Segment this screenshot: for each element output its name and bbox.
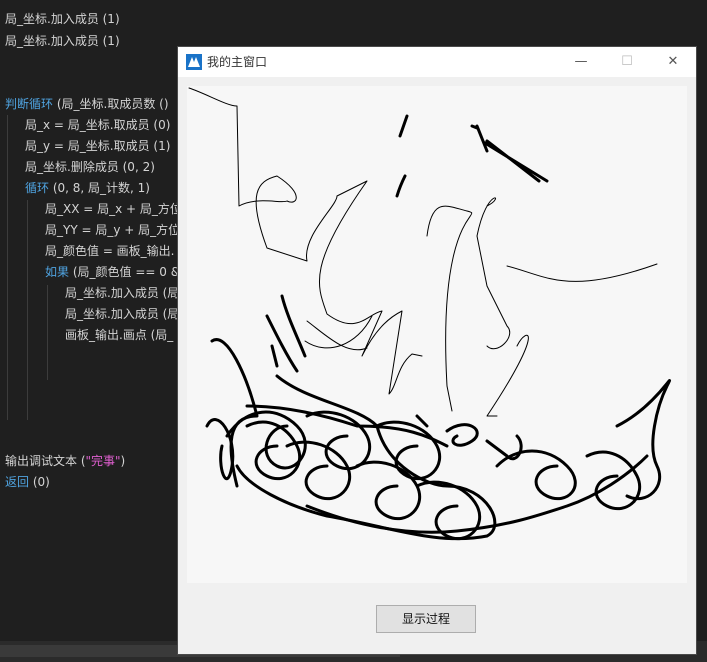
code-text: 局_坐标.加入成员 (1)	[5, 34, 120, 48]
code-line[interactable]: 局_颜色值 = 画板_输出.	[45, 241, 175, 262]
code-text: 局_颜色值 = 画板_输出.	[45, 244, 175, 258]
code-line[interactable]: 局_y = 局_坐标.取成员 (1)	[25, 136, 170, 157]
code-line[interactable]: 循环 (0, 8, 局_计数, 1)	[25, 178, 150, 199]
code-text: 输出调试文本 (	[5, 454, 86, 468]
code-text: )	[120, 454, 126, 468]
code-text: 局_YY = 局_y + 局_方位	[45, 223, 181, 237]
code-text: (局_颜色值 == 0 &	[69, 265, 181, 279]
code-text: 画板_输出.画点 (局_	[65, 328, 174, 342]
code-text: (局_坐标.取成员数 ()	[53, 97, 169, 111]
code-line[interactable]: 局_YY = 局_y + 局_方位	[45, 220, 180, 241]
code-text: 局_坐标.加入成员 (1)	[5, 12, 120, 26]
main-window: 我的主窗口 — ☐ ✕ 显示过程	[178, 47, 696, 654]
code-text: (0, 8, 局_计数, 1)	[49, 181, 150, 195]
indent-guide	[27, 200, 28, 420]
drawing-canvas[interactable]	[187, 86, 687, 583]
code-line[interactable]: 局_坐标.删除成员 (0, 2)	[25, 157, 155, 178]
code-line[interactable]: 如果 (局_颜色值 == 0 &	[45, 262, 180, 283]
scribble-drawing	[188, 87, 672, 541]
indent-guide	[47, 285, 48, 380]
title-bar[interactable]: 我的主窗口 — ☐ ✕	[178, 47, 696, 77]
window-title: 我的主窗口	[207, 55, 268, 69]
show-process-button[interactable]: 显示过程	[376, 605, 476, 633]
code-line[interactable]: 画板_输出.画点 (局_	[65, 325, 173, 346]
maximize-button[interactable]: ☐	[604, 47, 650, 77]
code-line[interactable]: 判断循环 (局_坐标.取成员数 ()	[5, 94, 169, 115]
keyword: 循环	[25, 181, 50, 195]
code-line[interactable]: 局_XX = 局_x + 局_方位	[45, 199, 182, 220]
close-button[interactable]: ✕	[650, 47, 696, 77]
code-text: 局_坐标.删除成员 (0, 2)	[25, 160, 155, 174]
keyword: 返回	[5, 475, 30, 489]
code-line[interactable]: 局_坐标.加入成员 (局	[65, 304, 179, 325]
code-text: 局_坐标.加入成员 (局	[65, 286, 180, 300]
minimize-button[interactable]: —	[558, 47, 604, 77]
code-line[interactable]: 局_坐标.加入成员 (1)	[5, 9, 120, 30]
code-line[interactable]: 局_x = 局_坐标.取成员 (0)	[25, 115, 170, 136]
indent-guide	[7, 115, 8, 420]
code-line[interactable]: 返回 (0)	[5, 472, 50, 493]
code-text: 局_XX = 局_x + 局_方位	[45, 202, 182, 216]
keyword: 判断循环	[5, 97, 54, 111]
keyword: 如果	[45, 265, 70, 279]
code-line[interactable]: 局_坐标.加入成员 (局	[65, 283, 179, 304]
app-icon	[186, 54, 202, 70]
code-line[interactable]: 输出调试文本 ("完事")	[5, 451, 125, 472]
code-line[interactable]: 局_坐标.加入成员 (1)	[5, 31, 120, 52]
code-text: 局_y = 局_坐标.取成员 (1)	[25, 139, 171, 153]
code-text: 局_x = 局_坐标.取成员 (0)	[25, 118, 171, 132]
code-text: (0)	[29, 475, 50, 489]
string-literal: "完事"	[85, 454, 121, 468]
code-text: 局_坐标.加入成员 (局	[65, 307, 180, 321]
